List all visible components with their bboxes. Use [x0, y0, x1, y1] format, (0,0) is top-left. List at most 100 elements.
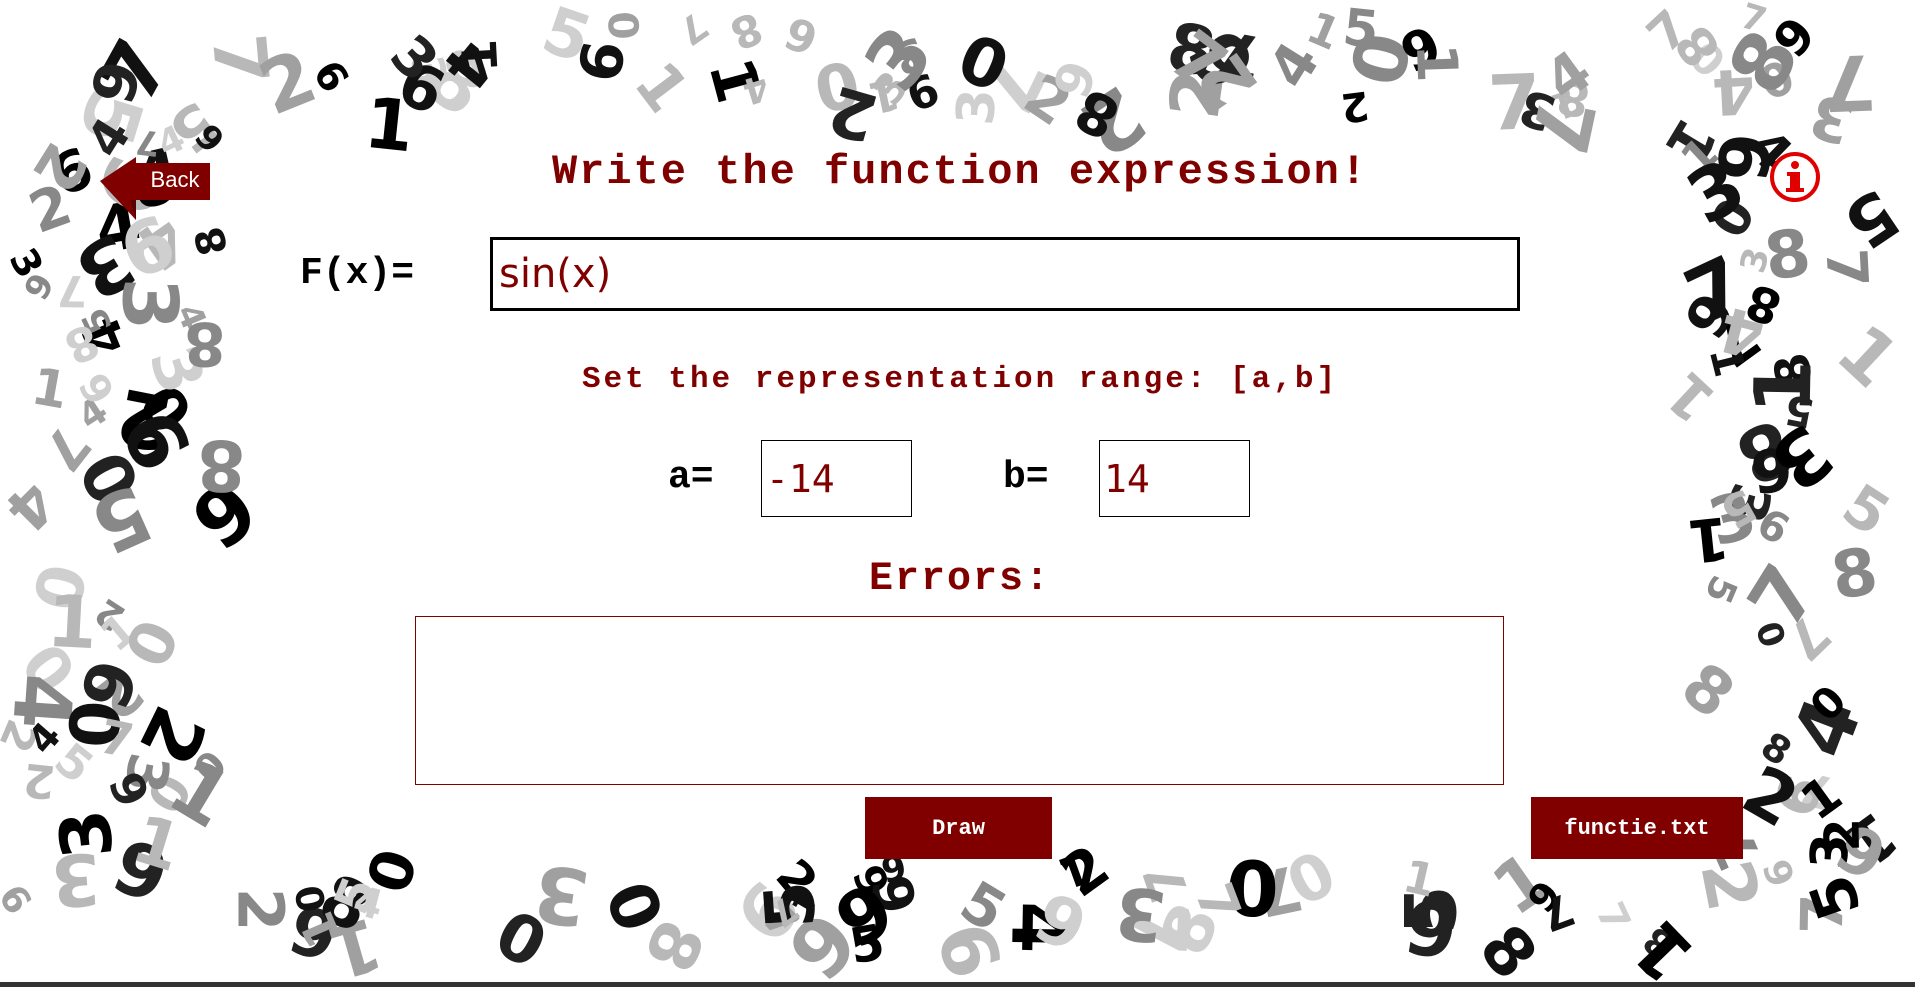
background-digit: 6 — [0, 876, 40, 922]
background-digit: 5 — [73, 300, 121, 340]
background-digit: 1 — [1684, 503, 1733, 577]
range-a-input[interactable] — [761, 440, 912, 517]
background-digit: 1 — [90, 603, 147, 663]
background-digit: 6 — [1039, 52, 1107, 105]
background-digit: 3 — [1110, 869, 1171, 960]
background-digit: 0 — [351, 840, 430, 901]
background-digit: 0 — [284, 882, 333, 917]
background-digit: 3 — [863, 62, 919, 115]
background-digit: 6 — [1746, 432, 1797, 507]
background-digit: 5 — [1339, 0, 1382, 61]
background-digit: 1 — [290, 903, 354, 955]
background-digit: 1 — [45, 578, 100, 666]
background-digit: 8 — [1739, 272, 1789, 337]
background-digit: 2 — [87, 589, 133, 640]
background-digit: 7 — [1812, 246, 1880, 290]
background-digit: 3 — [1800, 831, 1862, 872]
background-digit: 2 — [820, 70, 886, 158]
background-digit: 4 — [1774, 685, 1881, 770]
background-digit: 3 — [1700, 477, 1764, 562]
background-digit: 4 — [70, 307, 141, 364]
background-digit: 2 — [0, 712, 47, 760]
background-digit: 2 — [1729, 750, 1812, 844]
background-digit: 7 — [959, 37, 1063, 126]
background-digit: 6 — [281, 887, 347, 975]
function-expression-input[interactable] — [490, 237, 1520, 311]
background-digit: 7 — [1210, 15, 1268, 96]
back-button[interactable]: Back — [100, 157, 212, 220]
background-digit: 9 — [66, 650, 155, 719]
background-digit: 1 — [123, 800, 191, 888]
background-digit: 6 — [1171, 15, 1274, 105]
background-digit: 2 — [17, 130, 101, 205]
background-digit: 1 — [1052, 840, 1098, 898]
background-digit: 3 — [48, 836, 104, 923]
background-digit: 1 — [863, 67, 904, 123]
background-digit: 8 — [405, 28, 506, 136]
range-b-label: b= — [1003, 456, 1049, 499]
background-digit: 0 — [1224, 844, 1280, 935]
background-digit: 0 — [1274, 836, 1348, 922]
background-digit: 7 — [1586, 896, 1639, 940]
background-digit: 1 — [620, 49, 703, 127]
background-digit: 1 — [318, 900, 391, 987]
background-digit: 0 — [51, 698, 134, 750]
background-digit: 2 — [764, 849, 828, 911]
background-digit: 2 — [21, 172, 80, 247]
background-digit: 9 — [100, 824, 179, 922]
range-b-input[interactable] — [1099, 440, 1250, 517]
background-digit: 4 — [1255, 30, 1333, 100]
background-digit: 1 — [452, 37, 510, 75]
background-digit: 7 — [1795, 760, 1840, 821]
background-digit: 9 — [105, 394, 211, 485]
background-digit: 4 — [1711, 291, 1773, 374]
background-digit: 2 — [223, 888, 297, 932]
background-digit: 6 — [899, 64, 947, 123]
info-icon[interactable] — [1768, 150, 1822, 204]
background-digit: 4 — [1533, 37, 1605, 115]
background-digit: 3 — [528, 845, 595, 943]
background-digit: 5 — [1390, 886, 1473, 935]
background-digit: 0 — [946, 19, 1020, 108]
background-digit: 8 — [56, 313, 108, 376]
background-digit: 7 — [1635, 0, 1700, 65]
background-digit: 0 — [20, 557, 103, 618]
background-digit: 8 — [183, 308, 227, 379]
background-digit: 9 — [771, 895, 877, 987]
background-digit: 8 — [1668, 648, 1748, 733]
background-digit: 7 — [1486, 57, 1543, 149]
background-digit: 2 — [83, 655, 156, 733]
errors-output[interactable] — [415, 616, 1504, 785]
background-digit: 7 — [1113, 900, 1205, 958]
background-digit: 3 — [885, 26, 933, 85]
background-digit: 3 — [1673, 142, 1760, 242]
background-digit: 7 — [1772, 602, 1841, 671]
background-digit: 9 — [1673, 281, 1751, 351]
background-digit: 7 — [1672, 239, 1759, 344]
background-digit: 9 — [1392, 15, 1451, 87]
background-digit: 0 — [589, 871, 679, 943]
background-digit: 4 — [0, 467, 70, 546]
background-digit: 6 — [71, 364, 126, 413]
background-digit: 8 — [196, 423, 247, 507]
background-digit: 9 — [185, 116, 232, 162]
functie-file-button[interactable]: functie.txt — [1531, 797, 1743, 859]
background-digit: 2 — [20, 752, 58, 810]
background-digit: 4 — [69, 388, 115, 439]
background-digit: 1 — [1738, 359, 1830, 416]
background-digit: 0 — [1331, 24, 1426, 94]
draw-button[interactable]: Draw — [865, 797, 1052, 859]
back-button-label: Back — [150, 167, 200, 192]
background-digit: 5 — [1780, 385, 1818, 438]
background-digit: 0 — [1699, 188, 1768, 248]
background-digit: 5 — [844, 913, 889, 976]
background-digit: 9 — [563, 35, 637, 87]
background-digit: 7 — [1182, 875, 1252, 931]
background-digit: 8 — [1763, 347, 1825, 393]
background-digit: 8 — [1664, 14, 1733, 78]
background-digit: 1 — [1402, 42, 1469, 84]
background-digit: 0 — [134, 763, 203, 824]
background-digit: 2 — [1154, 64, 1241, 124]
errors-title: Errors: — [868, 557, 1052, 602]
background-digit: 7 — [1821, 36, 1878, 128]
